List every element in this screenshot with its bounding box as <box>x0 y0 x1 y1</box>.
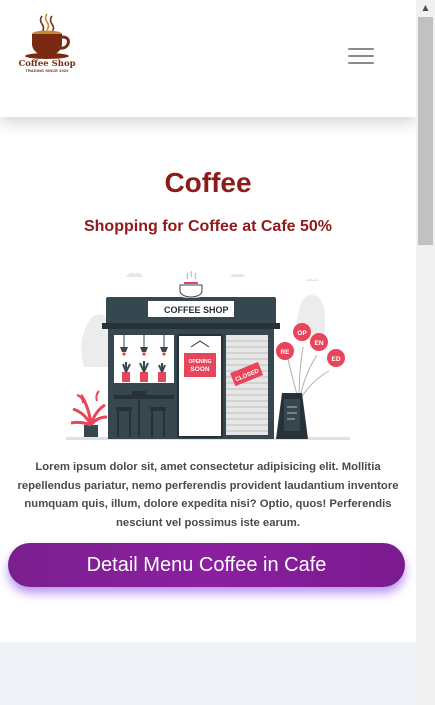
balloon-text: RE <box>280 349 290 356</box>
shop-sign-text: COFFEE SHOP <box>164 305 229 315</box>
svg-text:SOON: SOON <box>190 366 209 373</box>
hamburger-menu-icon[interactable] <box>346 44 376 68</box>
scrollbar[interactable]: ▲ <box>416 0 435 705</box>
logo-name: Coffee Shop <box>18 59 76 69</box>
hero-description: Lorem ipsum dolor sit, amet consectetur … <box>17 461 399 529</box>
cloud-shape <box>96 273 149 277</box>
cloud-shape <box>206 273 250 277</box>
scroll-up-arrow-icon[interactable]: ▲ <box>416 0 435 16</box>
navbar: Coffee Shop TRADING SINCE 2020 <box>0 0 416 117</box>
next-section <box>0 642 416 705</box>
page: Coffee Shop TRADING SINCE 2020 Coffee Sh… <box>0 0 416 705</box>
scrollbar-thumb[interactable] <box>418 17 433 245</box>
logo-tagline: TRADING SINCE 2020 <box>25 69 69 73</box>
hero-subtitle: Shopping for Coffee at Cafe 50% <box>83 218 333 235</box>
hero-section: Coffee Shopping for Coffee at Cafe 50% C… <box>0 117 416 642</box>
balloon-text: OP <box>297 330 307 337</box>
balloon-text: EN <box>314 340 323 347</box>
balloon-text: ED <box>331 356 340 363</box>
coffee-shop-illustration: COFFEE SHOP OPENING SOON CLOSED RE OP EN… <box>66 270 350 440</box>
detail-menu-button[interactable]: Detail Menu Coffee in Cafe <box>8 543 405 587</box>
cloud-shape <box>286 278 323 281</box>
hero-title: Coffee <box>164 167 252 198</box>
door-sign-text: OPENING <box>188 359 211 365</box>
bush-shape <box>81 314 110 367</box>
